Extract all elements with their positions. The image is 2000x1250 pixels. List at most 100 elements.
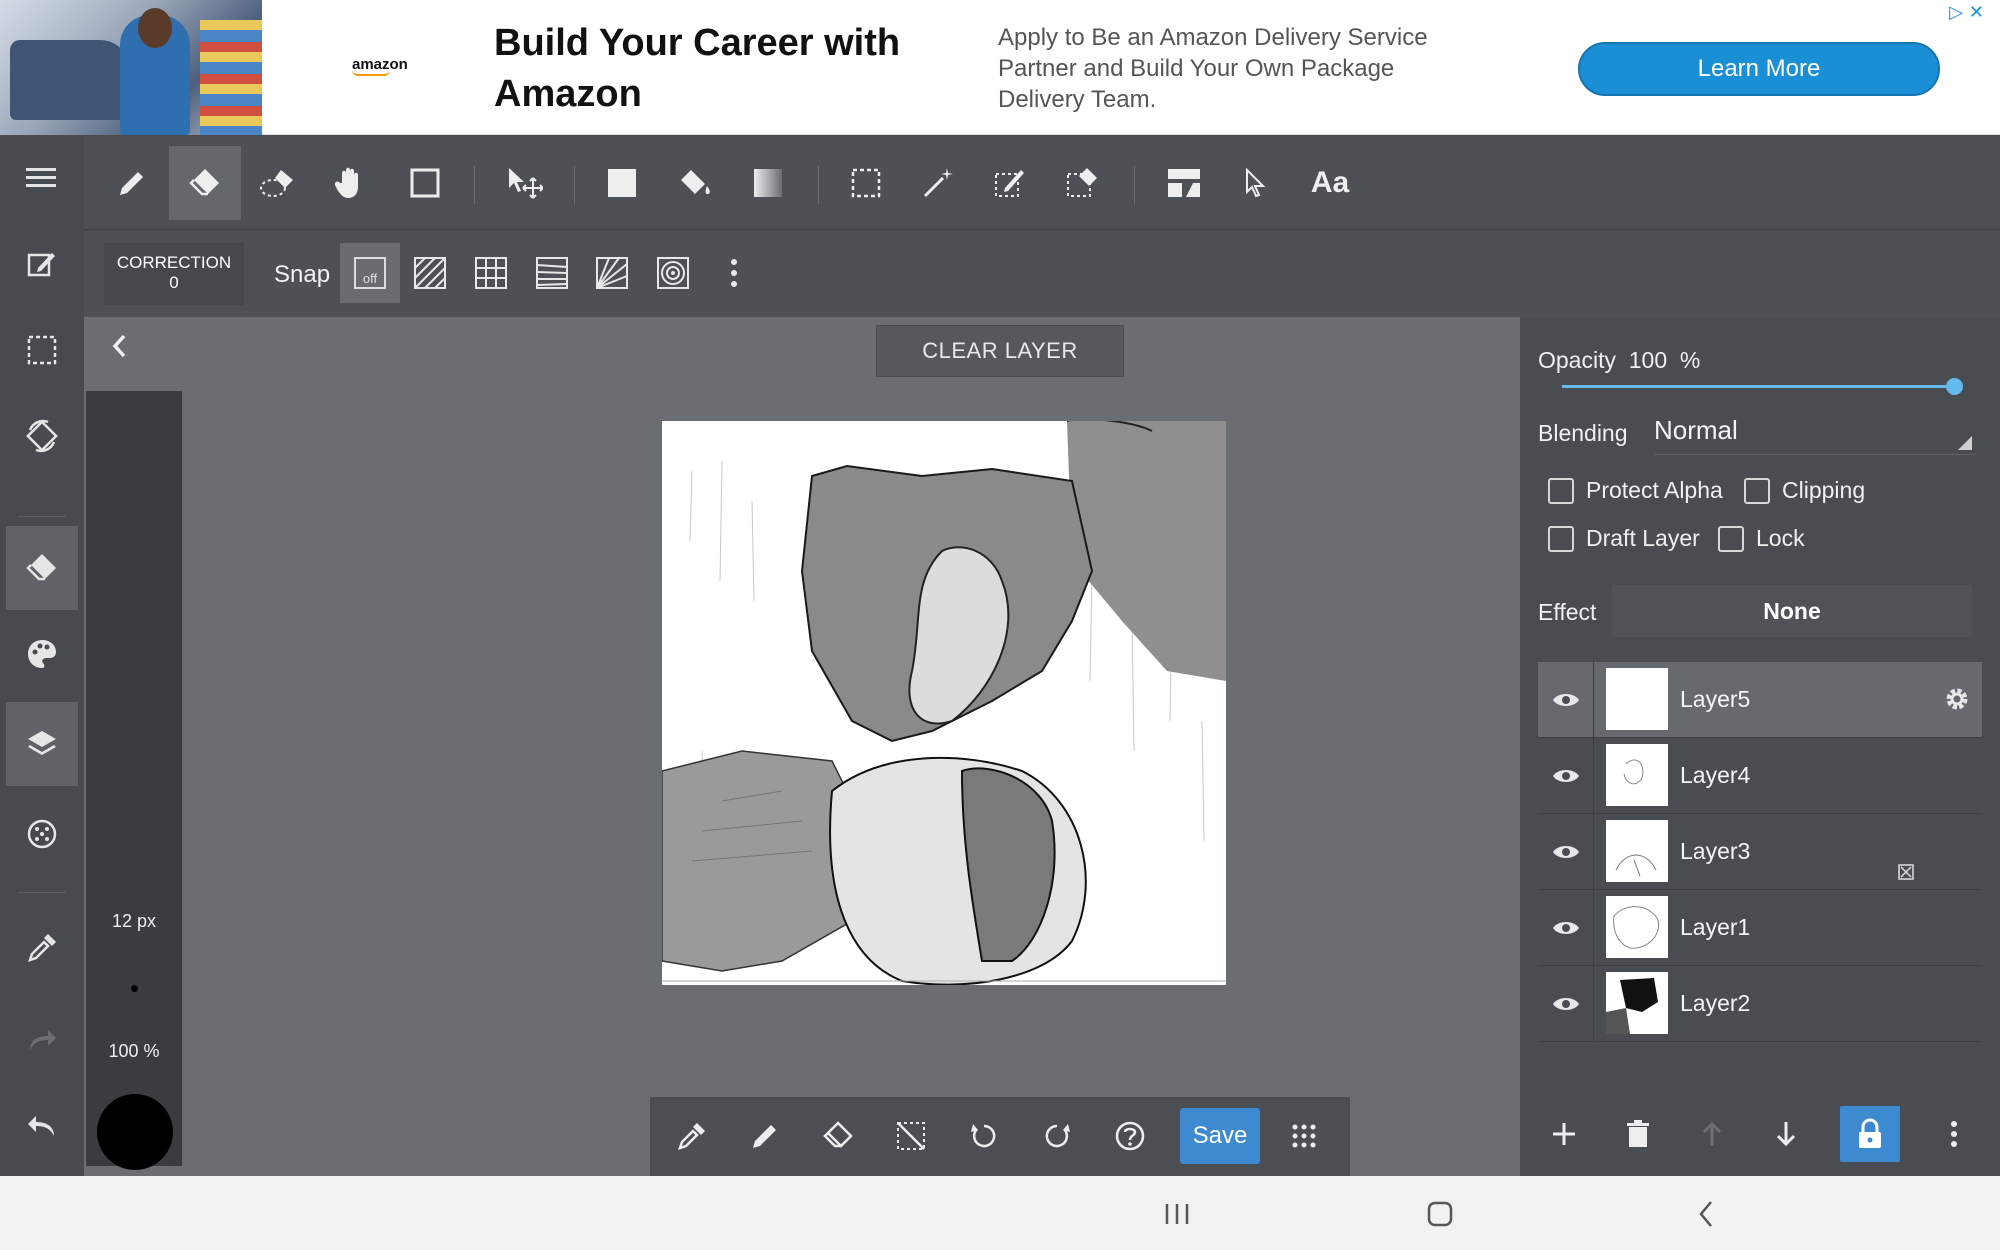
layer-name: Layer4 — [1680, 762, 1751, 788]
grid-menu-icon[interactable] — [1272, 1104, 1336, 1168]
visibility-eye-icon[interactable] — [1538, 814, 1594, 890]
help-icon[interactable] — [1098, 1104, 1162, 1168]
clipping-checkbox[interactable]: Clipping — [1744, 477, 1865, 504]
layer-row[interactable]: Layer5 — [1538, 662, 1982, 738]
layers-icon[interactable] — [6, 702, 78, 786]
gear-icon[interactable] — [1944, 686, 1970, 717]
home-icon[interactable] — [1418, 1192, 1462, 1236]
layer-name: Layer1 — [1680, 914, 1751, 940]
save-button[interactable]: Save — [1180, 1108, 1260, 1164]
layer-thumbnail — [1606, 820, 1668, 882]
top-toolbar: Aa — [84, 136, 2000, 230]
select-pen-tool-icon[interactable] — [974, 146, 1046, 220]
visibility-eye-icon[interactable] — [1538, 662, 1594, 738]
opacity-slider[interactable] — [1562, 385, 1954, 388]
select-tool-icon[interactable] — [830, 146, 902, 220]
snap-radial-icon[interactable] — [643, 243, 703, 303]
visibility-eye-icon[interactable] — [1538, 738, 1594, 814]
layer-thumbnail — [1606, 972, 1668, 1034]
correction-control[interactable]: CORRECTION 0 — [104, 243, 244, 305]
layer-thumbnail — [1606, 744, 1668, 806]
snap-parallel-icon[interactable] — [400, 243, 460, 303]
deselect-icon[interactable] — [879, 1104, 943, 1168]
collapse-panel-icon[interactable] — [110, 333, 128, 367]
rotate-canvas-icon[interactable] — [6, 394, 78, 478]
clear-layer-button[interactable]: CLEAR LAYER — [876, 325, 1124, 377]
effect-select[interactable]: None — [1612, 585, 1972, 637]
blur-eraser-tool-icon[interactable] — [242, 146, 314, 220]
ad-body-text[interactable]: Apply to Be an Amazon Delivery Service P… — [998, 22, 1468, 115]
operation-tool-icon[interactable] — [1220, 146, 1292, 220]
text-tool-icon[interactable]: Aa — [1294, 146, 1366, 220]
layer-row[interactable]: Layer1 — [1538, 890, 1982, 966]
opacity-label: Opacity 100 % — [1538, 347, 1701, 373]
undo-icon[interactable] — [952, 1104, 1016, 1168]
edit-icon[interactable] — [6, 222, 78, 306]
delete-layer-icon[interactable] — [1608, 1106, 1668, 1162]
snap-toolbar: CORRECTION 0 Snap off — [84, 231, 2000, 317]
visibility-eye-icon[interactable] — [1538, 966, 1594, 1042]
eraser-icon[interactable] — [6, 526, 78, 610]
add-layer-icon[interactable] — [1534, 1106, 1594, 1162]
gradient-tool-icon[interactable] — [732, 146, 804, 220]
ad-brand-logo: amazon — [352, 56, 408, 76]
layer-row[interactable]: Layer3 — [1538, 814, 1982, 890]
snap-more-icon[interactable] — [704, 243, 764, 303]
bucket-tool-icon[interactable] — [659, 146, 731, 220]
snap-perspective-icon[interactable] — [582, 243, 642, 303]
brush-size-value[interactable]: 12 px — [86, 911, 182, 932]
snap-grid-icon[interactable] — [461, 243, 521, 303]
move-layer-up-icon[interactable] — [1682, 1106, 1742, 1162]
layer-name: Layer2 — [1680, 990, 1751, 1016]
ad-banner[interactable]: amazon Build Your Career with Amazon App… — [0, 0, 2000, 135]
move-tool-icon[interactable] — [488, 146, 560, 220]
lock-layer-icon[interactable] — [1840, 1106, 1900, 1162]
opacity-slider-thumb[interactable] — [1945, 378, 1963, 395]
pen-tool-icon[interactable] — [96, 146, 168, 220]
dropdown-corner-icon — [1958, 436, 1972, 450]
redo-icon[interactable] — [1025, 1104, 1089, 1168]
eraser-icon[interactable] — [806, 1104, 870, 1168]
blending-select[interactable]: Normal — [1654, 415, 1976, 455]
visibility-eye-icon[interactable] — [1538, 890, 1594, 966]
eraser-tool-icon[interactable] — [169, 146, 241, 220]
hand-tool-icon[interactable] — [314, 146, 386, 220]
lock-checkbox[interactable]: Lock — [1718, 525, 1805, 552]
ad-title[interactable]: Build Your Career with Amazon — [494, 18, 914, 120]
shape-tool-icon[interactable] — [389, 146, 461, 220]
move-layer-down-icon[interactable] — [1756, 1106, 1816, 1162]
current-color-swatch[interactable] — [97, 1094, 173, 1170]
fill-rect-tool-icon[interactable] — [586, 146, 658, 220]
canvas-area[interactable]: CLEAR LAYER 12 px 100 % Save — [84, 317, 1520, 1176]
drawing-canvas[interactable] — [662, 421, 1226, 985]
menu-icon[interactable] — [6, 136, 78, 220]
panel-layout-tool-icon[interactable] — [1148, 146, 1220, 220]
recent-apps-icon[interactable] — [1155, 1192, 1199, 1236]
magic-wand-tool-icon[interactable] — [902, 146, 974, 220]
back-icon[interactable] — [1684, 1192, 1728, 1236]
ad-image[interactable] — [0, 0, 262, 135]
palette-icon[interactable] — [6, 612, 78, 696]
eyedropper-icon[interactable] — [660, 1104, 724, 1168]
layer-panel: Opacity 100 % Blending Normal Protect Al… — [1520, 317, 2000, 1176]
draft-layer-checkbox[interactable]: Draft Layer — [1548, 525, 1700, 552]
ad-close-icon[interactable]: ▷✕ — [1949, 2, 1990, 23]
redo-icon[interactable] — [6, 998, 78, 1082]
undo-icon[interactable] — [6, 1084, 78, 1168]
selection-icon[interactable] — [6, 308, 78, 392]
left-sidebar — [0, 136, 84, 1176]
snap-horizontal-icon[interactable] — [522, 243, 582, 303]
clip-marker-icon — [1898, 864, 1914, 885]
layer-more-icon[interactable] — [1924, 1106, 1984, 1162]
layer-row[interactable]: Layer4 — [1538, 738, 1982, 814]
pen-icon[interactable] — [733, 1104, 797, 1168]
material-icon[interactable] — [6, 792, 78, 876]
ad-learn-more-button[interactable]: Learn More — [1578, 42, 1940, 96]
snap-off-button[interactable]: off — [340, 243, 400, 303]
layer-list: Layer5 Layer4 Layer3 Layer1 Layer2 — [1538, 662, 1982, 1042]
brush-opacity-value[interactable]: 100 % — [86, 1041, 182, 1062]
eyedropper-icon[interactable] — [6, 906, 78, 990]
layer-row[interactable]: Layer2 — [1538, 966, 1982, 1042]
select-eraser-tool-icon[interactable] — [1046, 146, 1118, 220]
protect-alpha-checkbox[interactable]: Protect Alpha — [1548, 477, 1723, 504]
